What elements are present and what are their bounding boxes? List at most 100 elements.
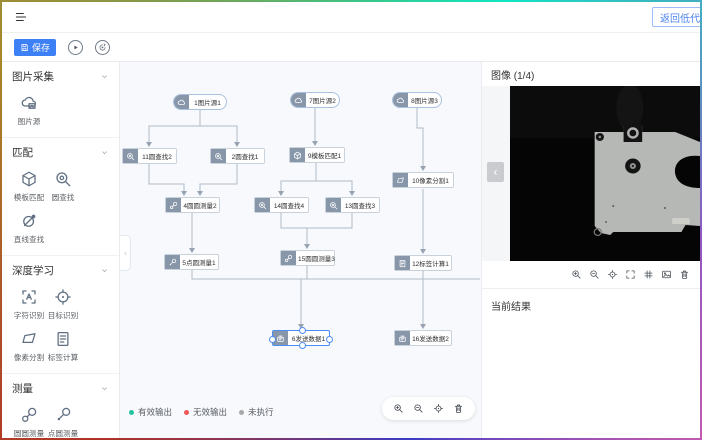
flow-node-point-circle-measure-1[interactable]: 5点圆测量1: [164, 254, 219, 270]
green-dot-icon: [129, 410, 134, 415]
measure-circle-circle-icon: [20, 406, 38, 424]
flow-node-circle-find-4[interactable]: 14圆查找4: [254, 197, 309, 213]
locate-icon[interactable]: [433, 403, 444, 414]
section-title: 图片采集: [12, 69, 54, 84]
main-area: 图片采集 图片源 匹配 模板匹配: [2, 62, 700, 438]
section-items: 图片源: [12, 84, 109, 131]
flow-node-circle-find-1[interactable]: 2圆查找1: [210, 148, 265, 164]
selection-handle-right[interactable]: [326, 336, 333, 343]
flow-node-send-data-2[interactable]: 16发送数据2: [394, 330, 452, 346]
circle-search-icon: [123, 149, 138, 163]
image-viewer: [482, 86, 700, 261]
section-deep-learning: 深度学习 字符识别 目标识别 像素分割: [2, 256, 119, 374]
doc-icon: [395, 256, 410, 270]
flow-node-circle-circle-measure-2[interactable]: 4圆圆测量2: [165, 197, 220, 213]
node-label: 8图片源3: [408, 93, 441, 107]
item-label: 字符识别: [14, 310, 44, 320]
trash-icon[interactable]: [679, 269, 690, 280]
sidebar-item-point-circle-measure[interactable]: 点圆测量: [46, 406, 80, 438]
flow-node-circle-find-2[interactable]: 11圆查找2: [122, 148, 177, 164]
legend-valid-output: 有效输出: [129, 406, 172, 418]
flow-node-label-calc-1[interactable]: 12标签计算1: [394, 255, 452, 271]
save-icon: [20, 43, 29, 52]
top-bar: 返回低代: [2, 2, 700, 33]
sidebar-item-label-calc[interactable]: 标签计算: [46, 330, 80, 363]
sidebar-item-template-match[interactable]: 模板匹配: [12, 170, 46, 203]
grid-icon[interactable]: [643, 269, 654, 280]
flow-node-circle-circle-measure-3[interactable]: 15圆圆测量3: [280, 250, 335, 266]
measure-point-circle-icon: [165, 255, 180, 269]
section-title: 匹配: [12, 145, 33, 160]
sidebar-item-image-source[interactable]: 图片源: [12, 94, 46, 127]
run-button[interactable]: [68, 40, 83, 55]
flow-node-image-source-1[interactable]: 1图片源1: [173, 94, 227, 110]
fullscreen-icon[interactable]: [625, 269, 636, 280]
zoom-out-icon[interactable]: [413, 403, 424, 414]
sidebar-item-circle-find[interactable]: 圆查找: [46, 170, 80, 203]
measure-circle-circle-icon: [166, 198, 181, 212]
flow-node-pixel-segment-1[interactable]: 10像素分割1: [392, 172, 454, 188]
status-legend: 有效输出 无效输出 未执行: [129, 406, 274, 418]
cloud-icon: [174, 95, 189, 109]
item-label: 像素分割: [14, 352, 44, 362]
section-header-measure[interactable]: 测量: [12, 381, 109, 396]
zoom-in-icon[interactable]: [571, 269, 582, 280]
item-label: 直线查找: [14, 234, 44, 244]
chevron-left-icon: [491, 168, 500, 177]
cloud-image-icon: [20, 94, 38, 112]
circle-search-icon: [326, 198, 341, 212]
flow-node-image-source-2[interactable]: 7图片源2: [290, 92, 340, 108]
sidebar-item-pixel-segment[interactable]: 像素分割: [12, 330, 46, 363]
selection-handle-top[interactable]: [299, 327, 306, 334]
measure-circle-circle-icon: [281, 251, 296, 265]
locate-icon[interactable]: [607, 269, 618, 280]
flow-node-image-source-3[interactable]: 8图片源3: [392, 92, 442, 108]
circle-search-icon: [211, 149, 226, 163]
zoom-out-icon[interactable]: [589, 269, 600, 280]
sidebar-item-line-find[interactable]: 直线查找: [12, 212, 46, 245]
node-label: 13圆查找3: [341, 198, 379, 212]
sidebar-collapse-tab[interactable]: [120, 235, 131, 271]
tool-sidebar: 图片采集 图片源 匹配 模板匹配: [2, 62, 120, 438]
flow-toolbar: 保存: [2, 33, 700, 62]
section-matching: 匹配 模板匹配 圆查找 直线查找: [2, 138, 119, 256]
item-label: 图片源: [18, 116, 41, 126]
flow-node-template-match-1[interactable]: 9模板匹配1: [289, 147, 345, 163]
flow-node-circle-find-3[interactable]: 13圆查找3: [325, 197, 380, 213]
current-results-title: 当前结果: [482, 289, 700, 322]
chevron-down-icon: [100, 72, 109, 81]
section-title: 深度学习: [12, 263, 54, 278]
item-label: 目标识别: [48, 310, 78, 320]
run-continuous-button[interactable]: [95, 40, 110, 55]
sidebar-item-circle-circle-measure[interactable]: 圆圆测量: [12, 406, 46, 438]
flow-canvas[interactable]: 1图片源1 7图片源2 8图片源3 11圆查找2 2圆查找1 9模板匹配1: [120, 62, 481, 438]
legend-invalid-output: 无效输出: [184, 406, 227, 418]
sidebar-item-ocr[interactable]: 字符识别: [12, 288, 46, 321]
section-header-deep-learning[interactable]: 深度学习: [12, 263, 109, 278]
segment-icon: [393, 173, 408, 187]
flow-node-send-data-1[interactable]: 6发送数据1: [272, 330, 330, 346]
play-icon: [71, 43, 80, 52]
back-to-lowcode-button[interactable]: 返回低代: [652, 7, 700, 27]
device-icon: [395, 331, 410, 345]
node-label: 15圆圆测量3: [296, 251, 337, 265]
selection-handle-left[interactable]: [269, 336, 276, 343]
zoom-in-icon[interactable]: [393, 403, 404, 414]
prev-image-button[interactable]: [487, 162, 504, 182]
cube-icon: [290, 148, 305, 162]
legend-not-executed: 未执行: [239, 406, 274, 418]
image-icon[interactable]: [661, 269, 672, 280]
image-toolbar: [482, 261, 700, 289]
section-header-matching[interactable]: 匹配: [12, 145, 109, 160]
section-items: 圆圆测量 点圆测量 点点测量: [12, 396, 109, 438]
trash-icon[interactable]: [453, 403, 464, 414]
section-measure: 测量 圆圆测量 点圆测量 点点测量: [2, 374, 119, 438]
selection-handle-bottom[interactable]: [299, 342, 306, 349]
node-label: 16发送数据2: [410, 331, 451, 345]
save-button[interactable]: 保存: [14, 39, 56, 56]
ocr-icon: [20, 288, 38, 306]
sidebar-item-target-detect[interactable]: 目标识别: [46, 288, 80, 321]
node-label: 2圆查找1: [226, 149, 264, 163]
section-header-image-capture[interactable]: 图片采集: [12, 69, 109, 84]
menu-icon[interactable]: [14, 10, 28, 24]
